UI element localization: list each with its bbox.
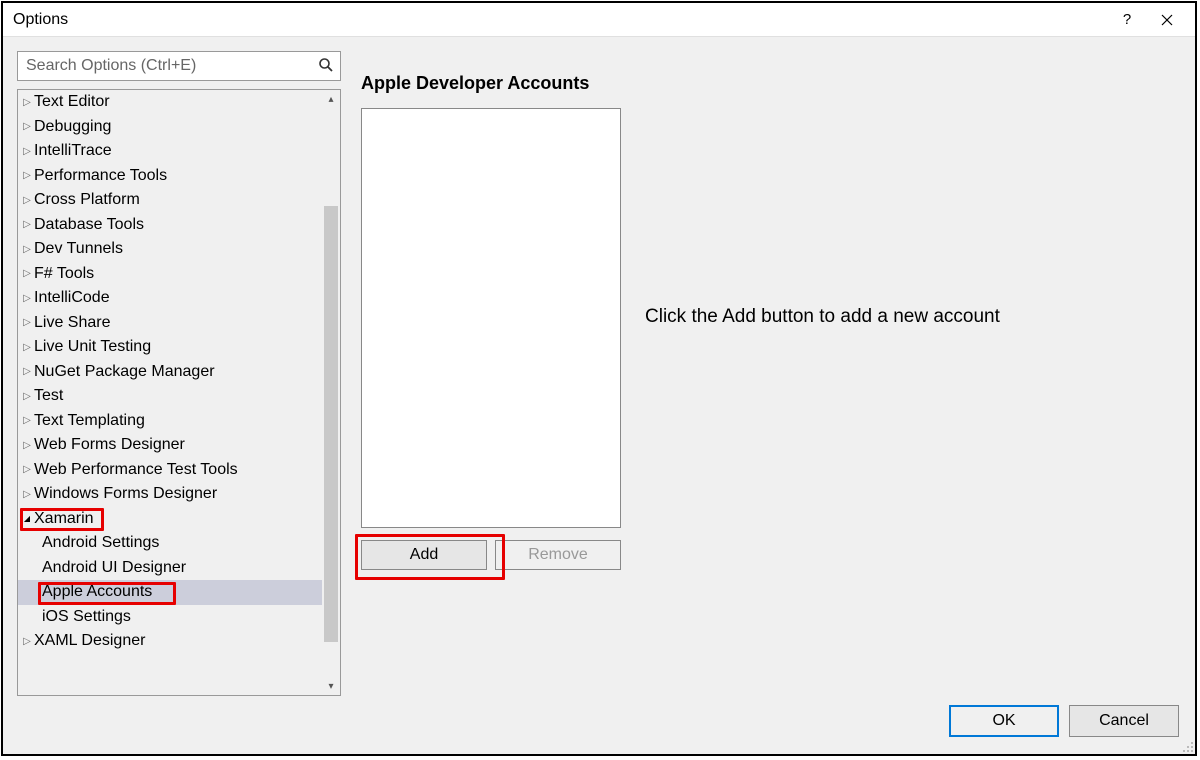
ok-button[interactable]: OK (949, 705, 1059, 737)
chevron-right-icon: ▷ (22, 268, 32, 279)
scroll-down-icon[interactable]: ▾ (322, 677, 340, 695)
tree-item[interactable]: Apple Accounts (18, 580, 322, 605)
scroll-up-icon[interactable]: ▴ (322, 90, 340, 108)
tree-item[interactable]: ▷Dev Tunnels (18, 237, 322, 262)
tree-item[interactable]: ▷Live Share (18, 311, 322, 336)
tree-item[interactable]: ▷Database Tools (18, 213, 322, 238)
dialog-content: ▷Text Editor▷Debugging▷IntelliTrace▷Perf… (3, 37, 1195, 754)
empty-hint: Click the Add button to add a new accoun… (621, 108, 1181, 328)
chevron-right-icon: ▷ (22, 366, 32, 377)
tree-item[interactable]: ▷Live Unit Testing (18, 335, 322, 360)
main-row: ▷Text Editor▷Debugging▷IntelliTrace▷Perf… (17, 51, 1181, 696)
resize-grip-icon[interactable] (1180, 739, 1194, 753)
tree-item-label: Android Settings (42, 534, 159, 552)
chevron-right-icon: ▷ (22, 464, 32, 475)
tree-item[interactable]: ▷Cross Platform (18, 188, 322, 213)
chevron-right-icon: ▷ (22, 219, 32, 230)
chevron-right-icon: ▷ (22, 146, 32, 157)
tree-item[interactable]: Android UI Designer (18, 556, 322, 581)
tree-item-label: Web Performance Test Tools (34, 461, 238, 479)
tree-item-label: Xamarin (34, 510, 94, 528)
tree-item[interactable]: ▷F# Tools (18, 262, 322, 287)
tree-item-label: Web Forms Designer (34, 436, 185, 454)
chevron-right-icon: ▷ (22, 440, 32, 451)
tree-item[interactable]: ▷Test (18, 384, 322, 409)
close-icon (1161, 14, 1173, 26)
chevron-right-icon: ▷ (22, 391, 32, 402)
tree-item-label: Text Editor (34, 93, 110, 111)
chevron-right-icon: ▷ (22, 97, 32, 108)
tree-scrollbar[interactable]: ▴ ▾ (322, 90, 340, 695)
help-button[interactable]: ? (1107, 3, 1147, 36)
tree-item-label: XAML Designer (34, 632, 145, 650)
tree-item-label: NuGet Package Manager (34, 363, 215, 381)
tree-item-label: Apple Accounts (42, 583, 152, 601)
scroll-track[interactable] (322, 108, 340, 677)
tree-item-label: Debugging (34, 118, 111, 136)
chevron-right-icon: ▷ (22, 244, 32, 255)
account-row: Click the Add button to add a new accoun… (361, 108, 1181, 528)
cancel-button[interactable]: Cancel (1069, 705, 1179, 737)
window-title: Options (13, 11, 1107, 29)
tree-item[interactable]: ▷IntelliCode (18, 286, 322, 311)
tree-item-label: Performance Tools (34, 167, 167, 185)
chevron-right-icon: ▷ (22, 195, 32, 206)
tree-item[interactable]: ▷Windows Forms Designer (18, 482, 322, 507)
chevron-right-icon: ▷ (22, 121, 32, 132)
scroll-thumb[interactable] (324, 206, 338, 642)
sidebar: ▷Text Editor▷Debugging▷IntelliTrace▷Perf… (17, 51, 341, 696)
chevron-right-icon: ▷ (22, 489, 32, 500)
search-field-wrap (17, 51, 341, 81)
tree-item[interactable]: ◢Xamarin (18, 507, 322, 532)
tree-item[interactable]: ▷Debugging (18, 115, 322, 140)
panel-title: Apple Developer Accounts (361, 73, 1181, 94)
tree-item-label: Cross Platform (34, 191, 140, 209)
tree-item-label: iOS Settings (42, 608, 131, 626)
accounts-listbox[interactable] (361, 108, 621, 528)
chevron-right-icon: ▷ (22, 636, 32, 647)
tree-item-label: Windows Forms Designer (34, 485, 217, 503)
chevron-right-icon: ▷ (22, 170, 32, 181)
close-button[interactable] (1147, 3, 1187, 36)
tree-item-label: IntelliCode (34, 289, 110, 307)
chevron-right-icon: ▷ (22, 293, 32, 304)
tree-item-label: Live Share (34, 314, 111, 332)
tree-item-label: IntelliTrace (34, 142, 112, 160)
chevron-right-icon: ▷ (22, 342, 32, 353)
dialog-footer: OK Cancel (17, 696, 1181, 746)
tree-item[interactable]: ▷NuGet Package Manager (18, 360, 322, 385)
tree-item-label: Android UI Designer (42, 559, 186, 577)
chevron-right-icon: ▷ (22, 415, 32, 426)
highlight-add (355, 534, 505, 580)
tree-item[interactable]: iOS Settings (18, 605, 322, 630)
account-buttons: Add Remove (361, 540, 1181, 570)
tree-item[interactable]: ▷Performance Tools (18, 164, 322, 189)
tree-item-label: F# Tools (34, 265, 94, 283)
tree-item[interactable]: ▷Web Performance Test Tools (18, 458, 322, 483)
titlebar: Options ? (3, 3, 1195, 37)
search-icon (318, 57, 334, 76)
search-input[interactable] (24, 56, 318, 76)
tree-item-label: Text Templating (34, 412, 145, 430)
tree-item[interactable]: ▷Text Templating (18, 409, 322, 434)
tree-item-label: Live Unit Testing (34, 338, 151, 356)
tree-item-label: Dev Tunnels (34, 240, 123, 258)
remove-button: Remove (495, 540, 621, 570)
tree-item[interactable]: ▷XAML Designer (18, 629, 322, 654)
tree-item-label: Database Tools (34, 216, 144, 234)
tree-item[interactable]: ▷Web Forms Designer (18, 433, 322, 458)
options-dialog: Options ? ▷Text Editor▷Debugging▷Intelli… (1, 1, 1197, 756)
tree-item-label: Test (34, 387, 63, 405)
options-tree-wrap: ▷Text Editor▷Debugging▷IntelliTrace▷Perf… (17, 89, 341, 696)
options-tree[interactable]: ▷Text Editor▷Debugging▷IntelliTrace▷Perf… (18, 90, 322, 695)
detail-panel: Apple Developer Accounts Click the Add b… (341, 51, 1181, 696)
tree-item[interactable]: ▷IntelliTrace (18, 139, 322, 164)
tree-item[interactable]: ▷Text Editor (18, 90, 322, 115)
chevron-right-icon: ▷ (22, 317, 32, 328)
chevron-down-icon: ◢ (22, 514, 32, 523)
tree-item[interactable]: Android Settings (18, 531, 322, 556)
